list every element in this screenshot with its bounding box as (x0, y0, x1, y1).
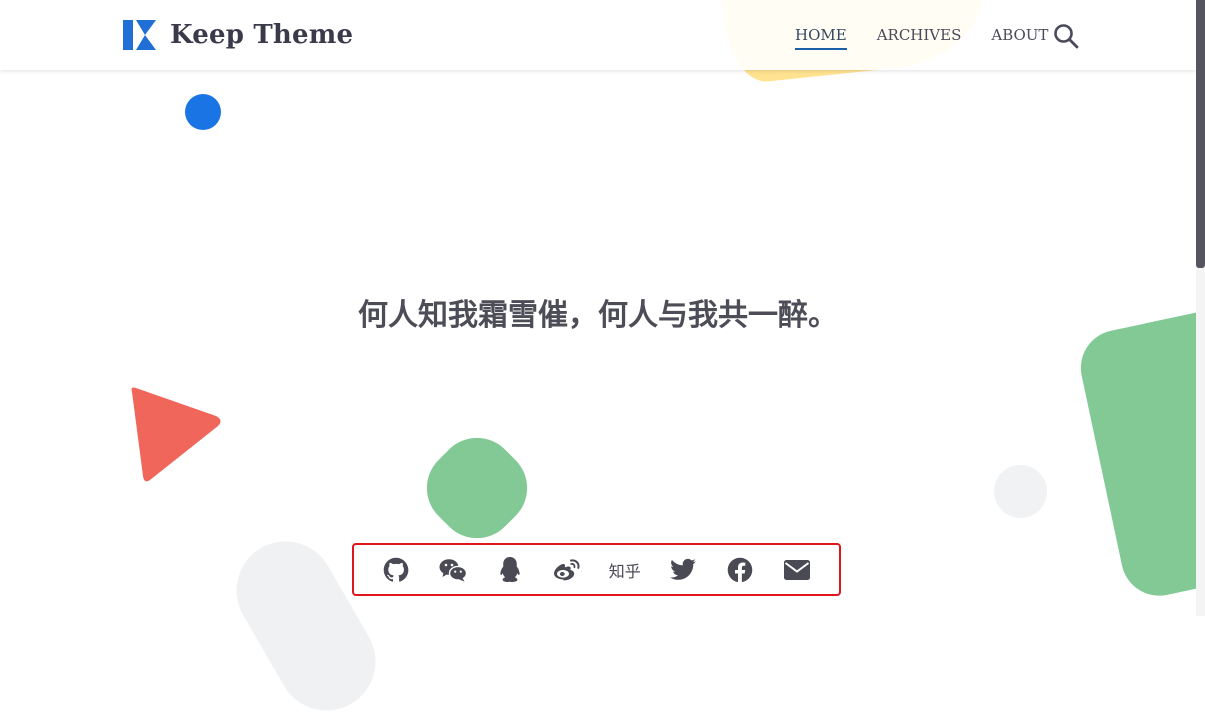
decor-green-blob (411, 422, 544, 555)
twitter-link[interactable] (669, 553, 697, 587)
scrollbar-thumb[interactable] (1196, 0, 1205, 268)
weibo-icon (552, 556, 580, 584)
zhihu-link[interactable]: 知乎 (609, 553, 641, 587)
email-icon (783, 556, 811, 584)
qq-link[interactable] (496, 553, 524, 587)
social-links: 知乎 (352, 543, 841, 596)
email-link[interactable] (783, 553, 811, 587)
wechat-icon (439, 556, 467, 584)
hero-quote: 何人知我霜雪催，何人与我共一醉。 (0, 290, 1196, 334)
nav-about[interactable]: ABOUT (991, 26, 1048, 44)
facebook-link[interactable] (726, 553, 754, 587)
wechat-link[interactable] (439, 553, 467, 587)
search-icon[interactable] (1053, 23, 1079, 49)
facebook-icon (726, 556, 754, 584)
qq-icon (496, 556, 524, 584)
github-link[interactable] (382, 553, 410, 587)
site-header: Keep Theme HOME ARCHIVES ABOUT (0, 0, 1196, 70)
site-title: Keep Theme (170, 20, 353, 50)
nav-home[interactable]: HOME (795, 26, 847, 44)
decor-blue-dot (185, 94, 221, 130)
zhihu-label: 知乎 (609, 558, 641, 582)
decor-green-card (1074, 303, 1205, 602)
decor-red-triangle (128, 386, 224, 484)
main-nav: HOME ARCHIVES ABOUT (795, 0, 1078, 70)
twitter-icon (669, 556, 697, 584)
decor-gray-dot (994, 465, 1047, 518)
weibo-link[interactable] (552, 553, 580, 587)
logo-k-icon (123, 18, 157, 52)
site-logo[interactable]: Keep Theme (123, 18, 353, 52)
github-icon (382, 556, 410, 584)
scrollbar[interactable] (1196, 0, 1205, 616)
nav-archives[interactable]: ARCHIVES (877, 26, 962, 44)
